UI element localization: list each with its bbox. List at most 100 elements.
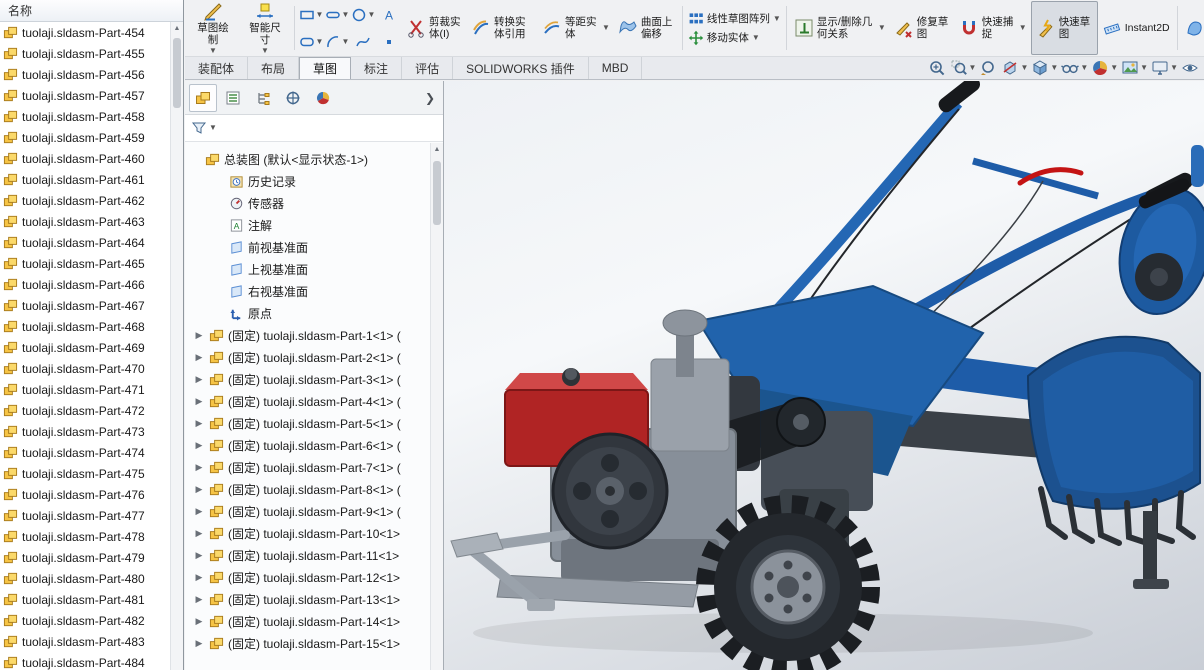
file-list-item[interactable]: tuolaji.sldasm-Part-472 xyxy=(0,400,170,421)
expand-arrow-icon[interactable]: ▶ xyxy=(193,396,205,407)
expand-arrow-icon[interactable]: ▶ xyxy=(193,462,205,473)
file-list-item[interactable]: tuolaji.sldasm-Part-482 xyxy=(0,610,170,631)
tree-part-row[interactable]: ▶ (固定) tuolaji.sldasm-Part-15<1> xyxy=(185,632,443,654)
repair-sketch-button[interactable]: 修复草图 xyxy=(890,1,955,55)
tab-mbd[interactable]: MBD xyxy=(589,57,643,79)
file-list-item[interactable]: tuolaji.sldasm-Part-471 xyxy=(0,379,170,400)
file-list-item[interactable]: tuolaji.sldasm-Part-454 xyxy=(0,22,170,43)
scroll-up-icon[interactable]: ▲ xyxy=(171,22,183,35)
file-list-item[interactable]: tuolaji.sldasm-Part-463 xyxy=(0,211,170,232)
arc-tool-button[interactable]: ▼ xyxy=(324,28,350,55)
slot-tool-button[interactable]: ▼ xyxy=(324,1,350,28)
eye-icon[interactable] xyxy=(1180,58,1200,78)
circle-tool-button[interactable]: ▼ xyxy=(350,1,376,28)
file-list-item[interactable]: tuolaji.sldasm-Part-466 xyxy=(0,274,170,295)
file-list-item[interactable]: tuolaji.sldasm-Part-459 xyxy=(0,127,170,148)
tree-part-row[interactable]: ▶ (固定) tuolaji.sldasm-Part-12<1> xyxy=(185,566,443,588)
offset-entities-button[interactable]: 等距实体 ▼ xyxy=(538,1,614,55)
file-list-item[interactable]: tuolaji.sldasm-Part-483 xyxy=(0,631,170,652)
file-list-item[interactable]: tuolaji.sldasm-Part-468 xyxy=(0,316,170,337)
rapid-sketch-button[interactable]: 快速草图 xyxy=(1031,1,1098,55)
tree-part-row[interactable]: ▶ (固定) tuolaji.sldasm-Part-9<1> ( xyxy=(185,500,443,522)
move-entities-button[interactable]: 移动实体 ▼ xyxy=(686,30,783,46)
text-tool-button[interactable]: A xyxy=(376,1,402,28)
file-list-scrollbar[interactable]: ▲ xyxy=(170,22,183,670)
scrollbar-thumb[interactable] xyxy=(433,161,441,225)
displaymanager-tab[interactable] xyxy=(309,84,337,112)
convert-entities-button[interactable]: 转换实体引用 xyxy=(467,1,538,55)
tree-part-row[interactable]: ▶ (固定) tuolaji.sldasm-Part-7<1> ( xyxy=(185,456,443,478)
chevron-down-icon[interactable]: ▼ xyxy=(1020,64,1028,72)
chevron-down-icon[interactable]: ▼ xyxy=(969,64,977,72)
chevron-down-icon[interactable]: ▼ xyxy=(209,124,217,132)
file-list-item[interactable]: tuolaji.sldasm-Part-460 xyxy=(0,148,170,169)
display-delete-relations-button[interactable]: 显示/删除几何关系 ▼ xyxy=(790,1,890,55)
file-list-item[interactable]: tuolaji.sldasm-Part-479 xyxy=(0,547,170,568)
shaded-sketch-contours-button[interactable]: 上色草图轮廓 xyxy=(1181,1,1204,55)
tree-part-row[interactable]: ▶ (固定) tuolaji.sldasm-Part-14<1> xyxy=(185,610,443,632)
tree-part-row[interactable]: ▶ (固定) tuolaji.sldasm-Part-1<1> ( xyxy=(185,324,443,346)
point-tool-button[interactable] xyxy=(376,28,402,55)
tree-part-row[interactable]: ▶ (固定) tuolaji.sldasm-Part-3<1> ( xyxy=(185,368,443,390)
tree-root-assembly[interactable]: 总装图 (默认<显示状态-1>) xyxy=(185,148,443,170)
tree-item-front-plane[interactable]: 前视基准面 xyxy=(185,236,443,258)
expand-arrow-icon[interactable]: ▶ xyxy=(193,616,205,627)
smart-dimension-button[interactable]: 智能尺寸 ▼ xyxy=(239,1,291,55)
tree-item-history[interactable]: 历史记录 xyxy=(185,170,443,192)
file-list-item[interactable]: tuolaji.sldasm-Part-458 xyxy=(0,106,170,127)
tab-evaluate[interactable]: 评估 xyxy=(402,57,453,79)
expand-arrow-icon[interactable]: ▶ xyxy=(193,440,205,451)
tab-assembly[interactable]: 装配体 xyxy=(185,57,248,79)
file-list-item[interactable]: tuolaji.sldasm-Part-477 xyxy=(0,505,170,526)
file-list-item[interactable]: tuolaji.sldasm-Part-456 xyxy=(0,64,170,85)
tree-part-row[interactable]: ▶ (固定) tuolaji.sldasm-Part-8<1> ( xyxy=(185,478,443,500)
expand-arrow-icon[interactable]: ▶ xyxy=(193,374,205,385)
expand-arrow-icon[interactable]: ▶ xyxy=(193,550,205,561)
file-list-column-header[interactable]: 名称 xyxy=(0,0,183,22)
file-list-item[interactable]: tuolaji.sldasm-Part-480 xyxy=(0,568,170,589)
tree-item-top-plane[interactable]: 上视基准面 xyxy=(185,258,443,280)
dimxpertmanager-tab[interactable] xyxy=(279,84,307,112)
tree-scrollbar[interactable]: ▲ xyxy=(430,143,443,670)
trim-entities-button[interactable]: 剪裁实体(I) xyxy=(402,1,467,55)
expand-arrow-icon[interactable]: ▶ xyxy=(193,330,205,341)
expand-arrow-icon[interactable]: ▶ xyxy=(193,594,205,605)
tree-item-origin[interactable]: 原点 xyxy=(185,302,443,324)
file-list-item[interactable]: tuolaji.sldasm-Part-465 xyxy=(0,253,170,274)
expand-arrow-icon[interactable]: ▶ xyxy=(193,638,205,649)
file-list-item[interactable]: tuolaji.sldasm-Part-478 xyxy=(0,526,170,547)
quick-snaps-button[interactable]: 快速捕捉 ▼ xyxy=(955,1,1031,55)
tree-part-row[interactable]: ▶ (固定) tuolaji.sldasm-Part-10<1> xyxy=(185,522,443,544)
view-settings-icon[interactable] xyxy=(1150,58,1170,78)
tree-item-right-plane[interactable]: 右视基准面 xyxy=(185,280,443,302)
tree-part-row[interactable]: ▶ (固定) tuolaji.sldasm-Part-11<1> xyxy=(185,544,443,566)
file-list-item[interactable]: tuolaji.sldasm-Part-474 xyxy=(0,442,170,463)
file-list-item[interactable]: tuolaji.sldasm-Part-473 xyxy=(0,421,170,442)
zoom-to-fit-icon[interactable] xyxy=(927,58,947,78)
chevron-down-icon[interactable]: ▼ xyxy=(1110,64,1118,72)
scroll-up-icon[interactable]: ▲ xyxy=(431,143,443,156)
file-list-item[interactable]: tuolaji.sldasm-Part-462 xyxy=(0,190,170,211)
hide-show-items-icon[interactable] xyxy=(1060,58,1080,78)
rounded-rectangle-tool-button[interactable]: ▼ xyxy=(298,28,324,55)
configurationmanager-tab[interactable] xyxy=(249,84,277,112)
file-list-item[interactable]: tuolaji.sldasm-Part-484 xyxy=(0,652,170,670)
file-list-item[interactable]: tuolaji.sldasm-Part-464 xyxy=(0,232,170,253)
expand-arrow-icon[interactable]: ▶ xyxy=(193,352,205,363)
tab-layout[interactable]: 布局 xyxy=(248,57,299,79)
section-view-icon[interactable] xyxy=(1000,58,1020,78)
expand-arrow-icon[interactable]: ▶ xyxy=(193,506,205,517)
tree-item-annotations[interactable]: 注解 xyxy=(185,214,443,236)
instant2d-button[interactable]: Instant2D xyxy=(1098,1,1174,55)
zoom-to-area-icon[interactable] xyxy=(949,58,969,78)
expand-arrow-icon[interactable]: ▶ xyxy=(193,528,205,539)
tree-part-row[interactable]: ▶ (固定) tuolaji.sldasm-Part-5<1> ( xyxy=(185,412,443,434)
file-list-item[interactable]: tuolaji.sldasm-Part-481 xyxy=(0,589,170,610)
tree-item-sensors[interactable]: 传感器 xyxy=(185,192,443,214)
file-list-item[interactable]: tuolaji.sldasm-Part-475 xyxy=(0,463,170,484)
propertymanager-tab[interactable] xyxy=(219,84,247,112)
tree-part-row[interactable]: ▶ (固定) tuolaji.sldasm-Part-2<1> ( xyxy=(185,346,443,368)
spline-tool-button[interactable] xyxy=(350,28,376,55)
tree-part-row[interactable]: ▶ (固定) tuolaji.sldasm-Part-6<1> ( xyxy=(185,434,443,456)
edit-appearance-icon[interactable] xyxy=(1090,58,1110,78)
